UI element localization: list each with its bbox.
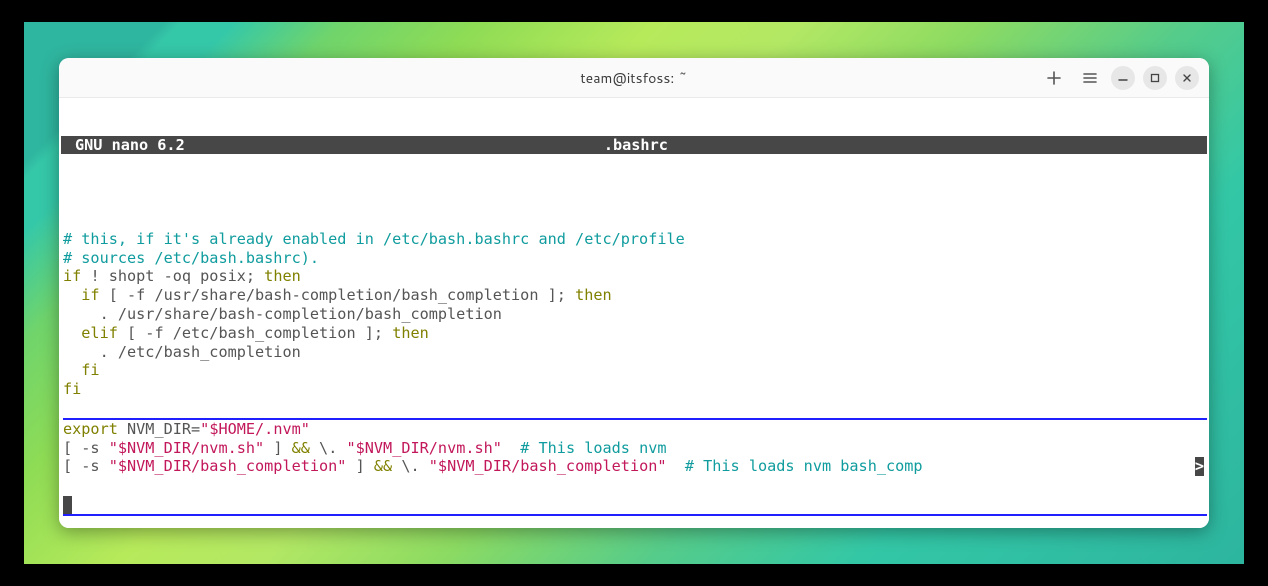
string: "$NVM_DIR/bash_completion" xyxy=(429,457,667,475)
kw-elif: elif xyxy=(63,324,118,342)
text-cursor xyxy=(63,496,72,514)
titlebar-actions xyxy=(1045,69,1099,87)
new-tab-icon[interactable] xyxy=(1045,69,1063,87)
line-overflow-indicator: > xyxy=(1195,457,1204,476)
string: "$HOME/.nvm" xyxy=(200,420,310,438)
nano-header-bar: GNU nano 6.2 .bashrc xyxy=(61,136,1207,155)
window-titlebar: team@itsfoss: ~ xyxy=(59,58,1209,98)
string: "$NVM_DIR/bash_completion" xyxy=(109,457,347,475)
nano-file-name: .bashrc xyxy=(185,136,1207,155)
kw-then: then xyxy=(264,267,301,285)
kw-export: export xyxy=(63,420,118,438)
minimize-button[interactable] xyxy=(1111,66,1135,90)
string: "$NVM_DIR/nvm.sh" xyxy=(346,439,501,457)
terminal-viewport[interactable]: GNU nano 6.2 .bashrc # this, if it's alr… xyxy=(59,98,1209,528)
maximize-button[interactable] xyxy=(1143,66,1167,90)
hamburger-menu-icon[interactable] xyxy=(1081,69,1099,87)
editor-content[interactable]: # this, if it's already enabled in /etc/… xyxy=(61,211,1207,528)
kw-fi: fi xyxy=(63,380,81,398)
kw-if: if xyxy=(63,267,81,285)
code-line: . /etc/bash_completion xyxy=(63,343,301,361)
kw-if: if xyxy=(63,286,100,304)
desktop-wallpaper: team@itsfoss: ~ xyxy=(24,22,1244,564)
code-comment: # This loads nvm xyxy=(502,439,667,457)
code-line: . /usr/share/bash-completion/bash_comple… xyxy=(63,305,502,323)
code-comment: # This loads nvm bash_comp xyxy=(667,457,923,475)
terminal-window: team@itsfoss: ~ xyxy=(59,58,1209,528)
kw-then: then xyxy=(392,324,429,342)
close-button[interactable] xyxy=(1175,66,1199,90)
nano-app-name: GNU nano 6.2 xyxy=(61,136,185,155)
kw-fi: fi xyxy=(63,361,100,379)
code-comment: # sources /etc/bash.bashrc). xyxy=(63,249,319,267)
code-comment: # this, if it's already enabled in /etc/… xyxy=(63,230,685,248)
kw-then: then xyxy=(575,286,612,304)
highlight-bar xyxy=(63,495,1207,516)
highlight-bar xyxy=(63,399,1207,420)
window-title: team@itsfoss: ~ xyxy=(580,68,687,88)
window-controls xyxy=(1111,66,1199,90)
string: "$NVM_DIR/nvm.sh" xyxy=(109,439,264,457)
